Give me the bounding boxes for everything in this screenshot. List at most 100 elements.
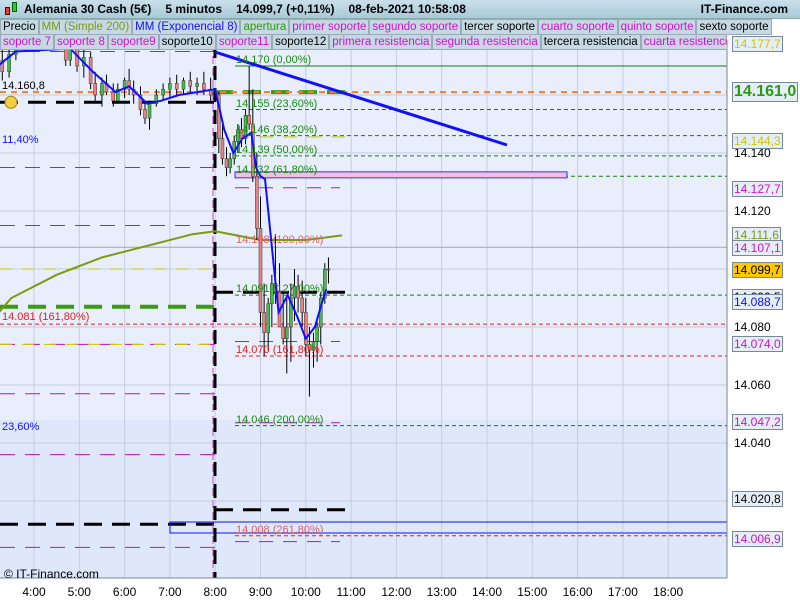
legend-item[interactable]: soporte11 [215,34,273,50]
candle-body [315,326,319,342]
price-label: 14.144,3 [732,132,783,149]
legend-item[interactable]: soporte12 [272,34,330,50]
x-tick-label: 5:00 [67,585,91,599]
candle-body [224,158,229,168]
price-label: 14.020,8 [732,490,783,507]
legend-item[interactable]: soporte 7 [0,34,54,50]
fib-label: 14.070 (161,80%) [236,344,324,356]
candle-body [195,83,199,87]
price-label: 14.107,1 [732,240,783,257]
price-label: 14.161,0 [732,82,799,103]
candle-body [188,80,193,87]
timeframe: 5 minutos [165,2,223,16]
level-label: 14.081 (161,80%) [2,311,90,324]
price-label: 14.177,7 [732,35,783,52]
fib-label: 14.155 (23,60%) [236,97,318,110]
legend-item[interactable]: MM (Simple 200) [38,19,133,35]
legend-item[interactable]: quinto soporte [617,19,697,35]
x-tick-label: 6:00 [112,585,137,599]
legend-item[interactable]: soporte 8 [53,34,108,50]
price-chart[interactable] [0,0,800,600]
candle-body [100,83,104,96]
indicator-legend-row-2: soporte 7 soporte 8 soporte9 soporte10 sopor… [0,34,727,50]
candlestick-logo-icon [2,1,20,17]
price-label: 14.047,2 [732,414,783,431]
plot-background-lower [0,420,727,578]
fib-label: 14.146 (38,20%) [236,123,318,136]
candle-body [281,326,285,339]
fib-label: 14.132 (61,80%) [236,164,318,177]
x-tick-label: 16:00 [562,585,593,599]
candle-body [326,268,331,271]
y-tick-label: 14.060 [734,378,771,392]
legend-item[interactable]: tercera resistencia [540,34,641,50]
candle-body [147,103,152,119]
level-label: 14.160,8 [2,79,45,92]
fib-label: 14.108 (100,00%) [236,233,324,246]
candle-body [143,109,147,119]
fib-label: 14.139 (50,00%) [236,143,318,156]
x-tick-label: 13:00 [426,585,457,599]
alert-bell-icon [4,95,18,109]
price-label: 14.127,7 [732,180,783,197]
x-tick-label: 15:00 [517,585,548,599]
fib-label: 14.091 (127,00%) [236,283,324,296]
candle-body [174,83,179,90]
candle-body [93,83,97,96]
x-tick-label: 11:00 [336,585,366,599]
fib-label: 14.046 (200,00%) [236,413,324,426]
y-tick-label: 14.080 [734,320,771,334]
candle-body [168,83,172,90]
candle-body [255,175,259,229]
candle-body [262,312,266,334]
last-price: 14.099,7 (+0,11%) [236,2,335,16]
legend-item[interactable]: segundo soporte [369,19,462,35]
instrument-name: Alemania 30 Cash (5€) [24,2,152,16]
x-tick-label: 10:00 [290,585,321,599]
legend-item[interactable]: soporte9 [107,34,159,50]
x-tick-label: 9:00 [248,585,273,599]
legend-item[interactable]: Precio [0,19,39,35]
candle-body [300,297,304,313]
indicator-legend-row-1: Precio MM (Simple 200) MM (Exponencial 8) a… [0,19,772,35]
candle-body [202,83,206,90]
legend-item[interactable]: cuarto soporte [538,19,618,35]
candle-body [111,91,116,102]
price-label: 14.006,9 [732,530,783,547]
datetime: 08-feb-2021 10:58:08 [348,2,466,16]
x-tick-label: 12:00 [381,585,412,599]
x-tick-label: 7:00 [158,585,182,599]
legend-item[interactable]: primer soporte [289,19,370,35]
candle-body [228,158,232,168]
level-label: 11,40% [2,134,39,147]
candle-body [181,80,186,90]
candle-body [266,303,270,334]
candle-body [220,138,225,160]
x-tick-label: 8:00 [203,585,227,599]
candle-body [63,48,68,61]
title-bar: Alemania 30 Cash (5€) 5 minutos 14.099,7… [0,0,800,19]
copyright: © IT-Finance.com [4,567,99,581]
candle-body [285,326,289,339]
x-tick-label: 17:00 [607,585,638,599]
level-label: 23,60% [2,421,40,434]
price-label: 14.074,0 [732,336,783,353]
price-label: 14.099,7 [732,261,783,278]
legend-item[interactable]: MM (Exponencial 8) [132,19,241,35]
legend-item[interactable]: cuarta resistencia [640,34,727,50]
fib-label: 14.008 (261,80%) [236,523,324,536]
fib-label: 14.170 (0,00%) [236,54,312,66]
y-tick-label: 14.040 [734,436,771,450]
legend-item[interactable]: tercer soporte [461,19,539,35]
brand: IT-Finance.com [700,2,788,16]
price-label: 14.088,7 [732,293,783,310]
y-tick-label: 14.120 [734,204,771,218]
legend-item[interactable]: sexto soporte [696,19,772,35]
legend-item[interactable]: soporte10 [158,34,216,50]
legend-item[interactable]: segunda resistencia [432,34,541,50]
candle-body [161,88,165,96]
legend-item[interactable]: apertura [240,19,290,35]
x-tick-label: 18:00 [653,585,684,599]
x-tick-label: 4:00 [22,585,46,599]
legend-item[interactable]: primera resistencia [329,34,433,50]
